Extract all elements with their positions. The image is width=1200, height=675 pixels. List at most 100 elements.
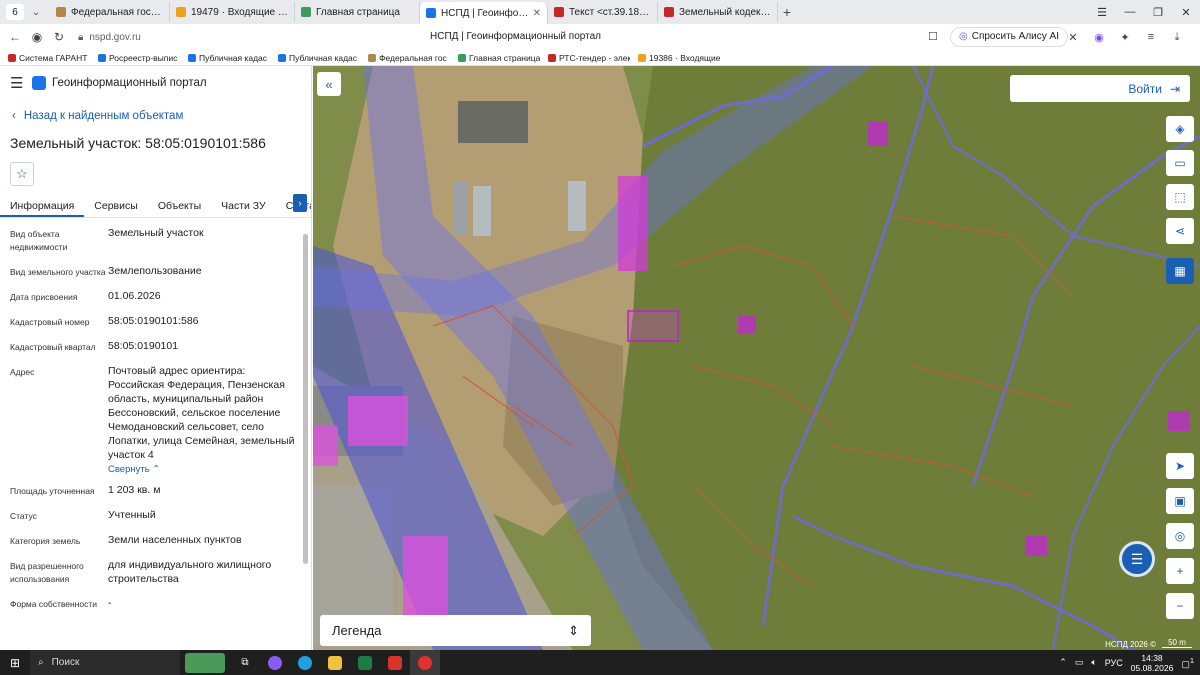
bookmark-favicon-icon — [368, 53, 376, 62]
file-explorer-icon[interactable] — [320, 650, 350, 675]
close-tab-icon[interactable]: ✕ — [533, 8, 541, 19]
portal-logo — [32, 76, 46, 90]
taskbar-search[interactable]: ⌕ Поиск — [30, 650, 180, 675]
map-view[interactable]: « Войти ⇥ ◈ ▭ ⬚ ⋖ ▦ ➤ ▣ ◎ + − ☰ Легенда ⇕ … — [313, 66, 1200, 650]
navigation-arrow-icon: ➤ — [1174, 459, 1186, 473]
layers-button[interactable]: ◈ — [1166, 116, 1194, 142]
notifications-icon[interactable]: ▢1 — [1181, 656, 1194, 670]
object-info-sidebar: ☰ Геоинформационный портал ‹ Назад к найд… — [0, 66, 312, 650]
settings-icon[interactable]: ☰ — [1088, 6, 1116, 19]
bookmark-icon[interactable]: ☐ — [928, 30, 938, 43]
collapse-link[interactable]: Свернуть ⌃ — [108, 463, 298, 477]
tab-information[interactable]: Информация — [0, 200, 85, 217]
browser-tab[interactable]: Текст <ст.39.18 зк рф> | С — [548, 2, 658, 22]
property-key: Площадь уточненная — [10, 486, 95, 496]
clock-date: 05.08.2026 — [1130, 662, 1174, 673]
pdf-reader-icon[interactable] — [380, 650, 410, 675]
property-value: 58:05:0190101 — [108, 340, 179, 352]
collapse-panel-button[interactable]: « — [317, 72, 341, 96]
share-button[interactable]: ⋖ — [1166, 218, 1194, 244]
bookmark-label: Росреестр-выпис — [109, 52, 178, 63]
extension-icon[interactable]: ◉ — [1086, 31, 1112, 44]
task-view-icon[interactable]: ⧉ — [230, 650, 260, 675]
ask-alisa-button[interactable]: ◎ Спросить Алису AI — [950, 27, 1068, 47]
select-area-button[interactable]: ⬚ — [1166, 184, 1194, 210]
browser-tab[interactable]: 19479 · Входящие — Яндекс — [170, 2, 295, 22]
bookmark-item[interactable]: РТС-тендер - элек — [548, 53, 630, 63]
edge-browser-icon[interactable] — [290, 650, 320, 675]
tray-chevron-icon[interactable]: ⌃ — [1059, 657, 1067, 668]
legend-dropdown[interactable]: Легенда ⇕ — [320, 615, 591, 646]
bookmark-item[interactable]: Система ГАРАНТ — [8, 53, 90, 63]
alisa-app-icon[interactable] — [260, 650, 290, 675]
zoom-in-button[interactable]: + — [1166, 558, 1194, 584]
print-button[interactable]: ▣ — [1166, 488, 1194, 514]
yandex-browser-icon[interactable] — [410, 650, 440, 675]
property-key: Адрес — [10, 367, 35, 377]
hamburger-menu-icon[interactable]: ☰ — [10, 74, 32, 92]
favorite-star-button[interactable]: ☆ — [10, 162, 34, 186]
back-arrow-icon[interactable]: ← — [4, 30, 26, 44]
bookmark-item[interactable]: Федеральная гос — [368, 53, 450, 63]
download-icon[interactable]: ⤓ — [1164, 31, 1190, 44]
puzzle-icon[interactable]: ✦ — [1112, 31, 1138, 44]
excel-icon[interactable] — [350, 650, 380, 675]
back-to-results-link[interactable]: ‹ Назад к найденным объектам — [0, 100, 311, 132]
basemap-button[interactable]: ▦ — [1166, 258, 1194, 284]
tab-count-badge[interactable]: 6 — [6, 4, 24, 20]
my-location-button[interactable]: ◎ — [1166, 523, 1194, 549]
network-icon[interactable]: ▭ — [1075, 657, 1084, 668]
task-view-glyph: ⧉ — [241, 657, 249, 668]
new-tab-icon[interactable]: + — [778, 4, 796, 20]
app-glyph — [388, 655, 402, 670]
zoom-out-button[interactable]: − — [1166, 593, 1194, 619]
property-value: Землепользование — [108, 265, 202, 277]
bookmark-favicon-icon — [458, 53, 466, 62]
widget-thumbnail — [185, 652, 225, 673]
app-glyph — [268, 655, 282, 670]
chat-support-button[interactable]: ☰ — [1119, 541, 1155, 577]
map-attribution: НСПД 2026 © — [1105, 640, 1156, 649]
property-row: Категория земель Земли населенных пунктов — [0, 533, 311, 548]
browser-tab[interactable]: Земельный кодекс Росси — [658, 2, 778, 22]
property-key: Кадастровый номер — [10, 317, 90, 327]
bookmark-item[interactable]: Публичная кадас — [188, 53, 270, 63]
tab-services[interactable]: Сервисы — [84, 200, 148, 217]
reload-icon[interactable]: ↻ — [48, 30, 70, 44]
close-window-icon[interactable]: ✕ — [1172, 6, 1200, 19]
tabs-next-button[interactable]: › — [293, 194, 307, 212]
menu-icon[interactable]: ≡ — [1138, 31, 1164, 43]
minimize-icon[interactable]: — — [1116, 6, 1144, 18]
clock[interactable]: 14:38 05.08.2026 — [1131, 653, 1174, 673]
widget-icon[interactable] — [180, 650, 230, 675]
browser-tab[interactable]: Федеральная государство — [50, 2, 170, 22]
tab-parts[interactable]: Части ЗУ — [211, 200, 276, 217]
browser-tab[interactable]: Главная страница — [295, 2, 420, 22]
bookmark-label: Публичная кадас — [289, 52, 358, 63]
sidebar-scrollbar[interactable] — [303, 234, 308, 564]
property-row: Вид разрешенного использования для индиви… — [0, 558, 311, 586]
yandex-protect-icon[interactable]: ◉ — [26, 30, 48, 44]
browser-tab-active[interactable]: НСПД | Геоинформационный ✕ — [420, 2, 548, 24]
address-bar: ← ◉ ↻ 🔒︎ nspd.gov.ru НСПД | Геоинформацио… — [0, 24, 1200, 50]
bookmark-item[interactable]: Главная страница — [458, 53, 540, 63]
login-button[interactable]: Войти ⇥ — [1010, 75, 1190, 102]
tab-favicon-icon — [664, 7, 674, 17]
bookmark-item[interactable]: 19386 · Входящие — [638, 53, 720, 63]
geolocation-button[interactable]: ➤ — [1166, 453, 1194, 479]
property-key: Форма собственности — [10, 599, 97, 609]
notification-count: 1 — [1189, 655, 1194, 665]
extension-icon[interactable]: ✕ — [1060, 31, 1086, 44]
ruler-button[interactable]: ▭ — [1166, 150, 1194, 176]
bookmark-item[interactable]: Публичная кадас — [278, 53, 360, 63]
language-indicator[interactable]: РУС — [1105, 658, 1123, 668]
plot-title: Земельный участок: 58:05:0190101:586 — [10, 135, 266, 151]
bookmark-item[interactable]: Росреестр-выпис — [98, 53, 180, 63]
windows-start-icon[interactable]: ⊞ — [0, 656, 30, 670]
url-field[interactable]: 🔒︎ nspd.gov.ru — [78, 32, 478, 43]
bookmark-favicon-icon — [548, 53, 556, 62]
tab-objects[interactable]: Объекты — [148, 200, 211, 217]
tab-list-chevron-icon[interactable]: ⌄ — [28, 7, 44, 18]
maximize-icon[interactable]: ❐ — [1144, 6, 1172, 19]
volume-icon[interactable]: 🔈︎ — [1091, 657, 1096, 668]
